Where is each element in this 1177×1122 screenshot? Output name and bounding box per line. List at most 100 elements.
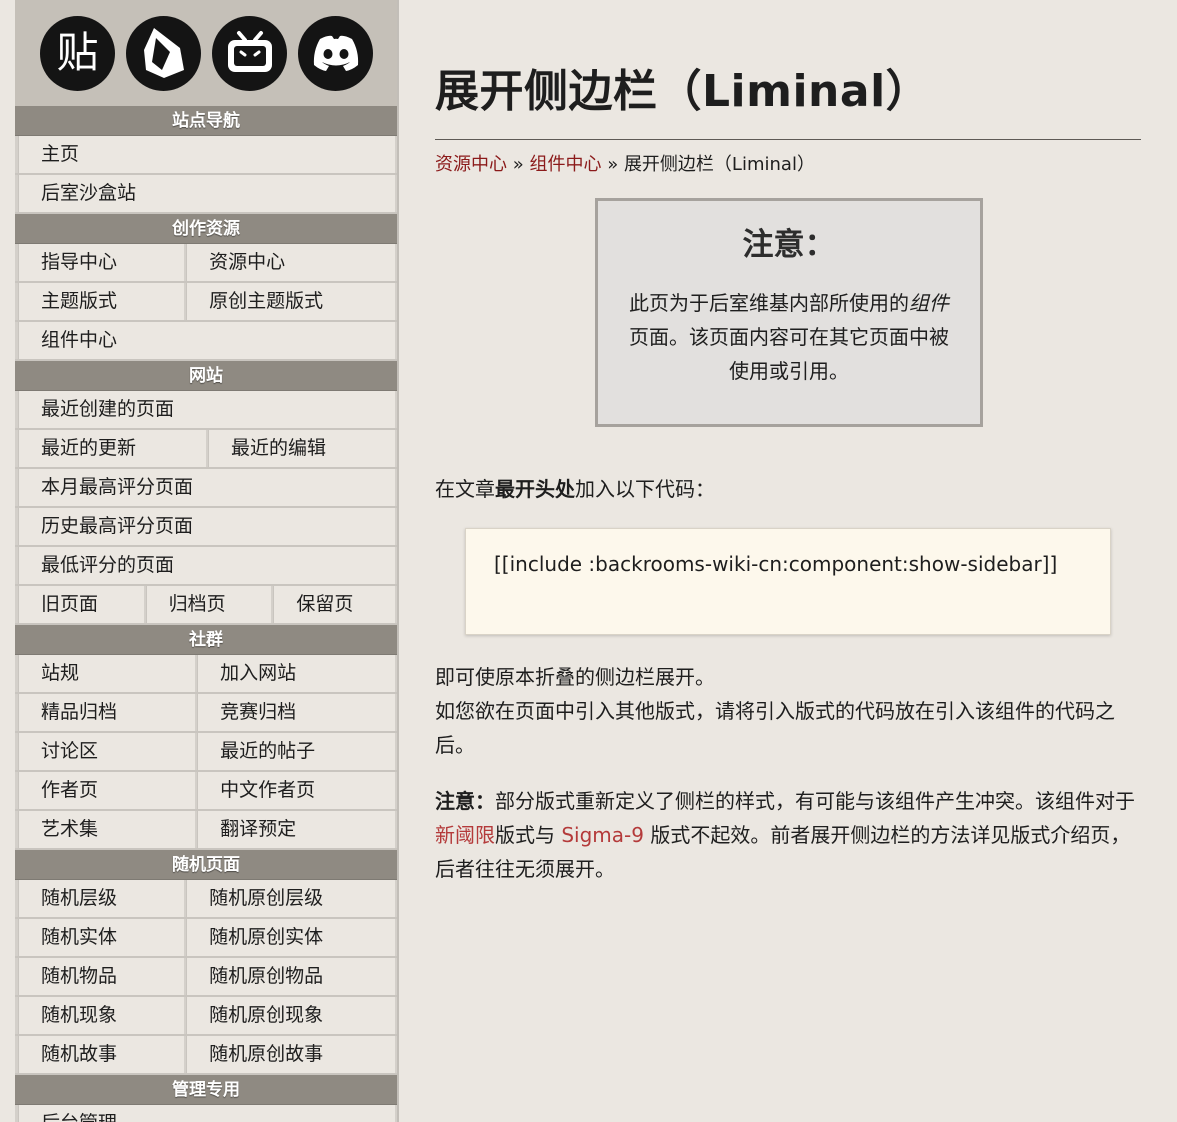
nav-link-themes[interactable]: 主题版式 xyxy=(18,283,185,320)
nav-section-creation: 创作资源 xyxy=(15,214,397,244)
sidebar: 贴 站点导航 主页 后室沙盒站 创作资源 指导中心 资源中心 主题版式 原创主题… xyxy=(15,0,399,1122)
flame-logo-icon[interactable] xyxy=(126,15,201,91)
nav-link-sandbox[interactable]: 后室沙盒站 xyxy=(18,175,395,212)
nav-section-community: 社群 xyxy=(15,625,397,655)
discord-icon[interactable] xyxy=(298,15,373,91)
nav-row: 后台管理 xyxy=(15,1105,397,1122)
nav-link-random-phenomenon[interactable]: 随机现象 xyxy=(18,997,185,1034)
nav-link-random-object[interactable]: 随机物品 xyxy=(18,958,185,995)
nav-row: 最近创建的页面 xyxy=(15,391,397,430)
nav-row: 最近的更新 最近的编辑 xyxy=(15,430,397,469)
nav-link-old-pages[interactable]: 旧页面 xyxy=(18,586,144,623)
nav-link-random-entity[interactable]: 随机实体 xyxy=(18,919,185,956)
tieba-glyph: 贴 xyxy=(56,28,99,77)
breadcrumb-separator: » xyxy=(601,154,624,175)
nav-link-art-gallery[interactable]: 艺术集 xyxy=(18,811,196,848)
bilibili-svg xyxy=(227,31,272,72)
nav-link-reserved[interactable]: 保留页 xyxy=(273,586,396,623)
breadcrumb-current: 展开侧边栏（Liminal） xyxy=(623,154,815,175)
nav-link-admin-panel[interactable]: 后台管理 xyxy=(18,1105,395,1122)
notice-text: 此页为于后室维基内部所使用的组件页面。该页面内容可在其它页面中被使用或引用。 xyxy=(620,286,958,388)
nav-link-recent-created[interactable]: 最近创建的页面 xyxy=(18,391,395,428)
component-notice-box: 注意： 此页为于后室维基内部所使用的组件页面。该页面内容可在其它页面中被使用或引… xyxy=(595,198,983,427)
nav-link-recent-posts[interactable]: 最近的帖子 xyxy=(197,733,395,770)
nav-link-contest-archive[interactable]: 竞赛归档 xyxy=(197,694,395,731)
nav-link-recent-changes[interactable]: 最近的更新 xyxy=(18,430,206,467)
nav-link-random-original-level[interactable]: 随机原创层级 xyxy=(186,880,395,917)
nav-row: 主题版式 原创主题版式 xyxy=(15,283,397,322)
result-text: 即可使原本折叠的侧边栏展开。如您欲在页面中引入其他版式，请将引入版式的代码放在引… xyxy=(435,660,1141,762)
nav-section-site-nav: 站点导航 xyxy=(15,106,397,136)
nav-link-resource-hub[interactable]: 资源中心 xyxy=(186,244,395,281)
nav-row: 指导中心 资源中心 xyxy=(15,244,397,283)
tieba-icon[interactable]: 贴 xyxy=(40,15,115,91)
nav-link-lowest-rated[interactable]: 最低评分的页面 xyxy=(18,547,395,584)
nav-row: 随机现象 随机原创现象 xyxy=(15,997,397,1036)
nav-row: 随机层级 随机原创层级 xyxy=(15,880,397,919)
nav-link-random-original-object[interactable]: 随机原创物品 xyxy=(186,958,395,995)
notice-title: 注意： xyxy=(742,227,836,263)
nav-link-random-original-entity[interactable]: 随机原创实体 xyxy=(186,919,395,956)
note-link-sigma9[interactable]: Sigma-9 xyxy=(561,823,644,847)
main-content: 展开侧边栏（Liminal） 资源中心 » 组件中心 » 展开侧边栏（Limin… xyxy=(435,0,1141,886)
nav-row: 最低评分的页面 xyxy=(15,547,397,586)
breadcrumb-separator: » xyxy=(507,154,530,175)
nav-link-recent-edits[interactable]: 最近的编辑 xyxy=(208,430,395,467)
nav-row: 站规 加入网站 xyxy=(15,655,397,694)
instruction-pre: 在文章 xyxy=(435,477,495,501)
nav-link-cn-author-pages[interactable]: 中文作者页 xyxy=(197,772,395,809)
nav-link-archive[interactable]: 归档页 xyxy=(145,586,272,623)
nav-row: 艺术集 翻译预定 xyxy=(15,811,397,850)
nav-link-join-site[interactable]: 加入网站 xyxy=(197,655,395,692)
nav-link-random-level[interactable]: 随机层级 xyxy=(18,880,185,917)
code-block: [[include :backrooms-wiki-cn:component:s… xyxy=(465,528,1111,635)
nav-row: 随机物品 随机原创物品 xyxy=(15,958,397,997)
flame-logo-svg xyxy=(143,28,184,78)
nav-link-translation-reserve[interactable]: 翻译预定 xyxy=(197,811,395,848)
instruction-post: 加入以下代码： xyxy=(575,477,715,501)
note-text-1: 部分版式重新定义了侧栏的样式，有可能与该组件产生冲突。该组件对于 xyxy=(495,789,1135,813)
nav-row: 组件中心 xyxy=(15,322,397,361)
breadcrumb: 资源中心 » 组件中心 » 展开侧边栏（Liminal） xyxy=(435,150,1141,176)
nav-row: 随机实体 随机原创实体 xyxy=(15,919,397,958)
nav-link-home[interactable]: 主页 xyxy=(18,136,395,173)
notice-text-emphasis: 组件 xyxy=(909,291,949,315)
result-line-1: 即可使原本折叠的侧边栏展开。 xyxy=(435,665,715,689)
nav-link-top-monthly[interactable]: 本月最高评分页面 xyxy=(18,469,395,506)
result-line-2: 如您欲在页面中引入其他版式，请将引入版式的代码放在引入该组件的代码之后。 xyxy=(435,699,1115,757)
bilibili-icon[interactable] xyxy=(212,15,287,91)
breadcrumb-link-resource-hub[interactable]: 资源中心 xyxy=(435,154,507,175)
nav-link-random-original-story[interactable]: 随机原创故事 xyxy=(186,1036,395,1073)
nav-link-forum[interactable]: 讨论区 xyxy=(18,733,196,770)
note-link-new-liminal[interactable]: 新阈限 xyxy=(435,823,495,847)
nav-link-component-hub[interactable]: 组件中心 xyxy=(18,322,395,359)
nav-link-random-original-phenomenon[interactable]: 随机原创现象 xyxy=(186,997,395,1034)
breadcrumb-link-component-hub[interactable]: 组件中心 xyxy=(529,154,601,175)
conflict-note: 注意：部分版式重新定义了侧栏的样式，有可能与该组件产生冲突。该组件对于新阈限版式… xyxy=(435,784,1141,886)
notice-text-post: 页面。该页面内容可在其它页面中被使用或引用。 xyxy=(629,325,949,383)
nav-link-random-story[interactable]: 随机故事 xyxy=(18,1036,185,1073)
nav-link-top-all-time[interactable]: 历史最高评分页面 xyxy=(18,508,395,545)
note-text-2: 版式与 xyxy=(495,823,562,847)
nav-row: 旧页面 归档页 保留页 xyxy=(15,586,397,625)
instruction-text: 在文章最开头处加入以下代码： xyxy=(435,472,1141,506)
notice-text-pre: 此页为于后室维基内部所使用的 xyxy=(629,291,909,315)
nav-row: 本月最高评分页面 xyxy=(15,469,397,508)
nav-row: 主页 xyxy=(15,136,397,175)
instruction-bold: 最开头处 xyxy=(495,477,575,501)
note-label: 注意： xyxy=(435,789,495,813)
nav-link-guide-hub[interactable]: 指导中心 xyxy=(18,244,185,281)
nav-row: 精品归档 竞赛归档 xyxy=(15,694,397,733)
nav-link-featured-archive[interactable]: 精品归档 xyxy=(18,694,196,731)
nav-row: 讨论区 最近的帖子 xyxy=(15,733,397,772)
nav-section-website: 网站 xyxy=(15,361,397,391)
nav-row: 历史最高评分页面 xyxy=(15,508,397,547)
sidebar-social-icons: 贴 xyxy=(15,0,397,106)
nav-row: 作者页 中文作者页 xyxy=(15,772,397,811)
discord-svg xyxy=(313,35,358,71)
nav-section-admin: 管理专用 xyxy=(15,1075,397,1105)
nav-section-random: 随机页面 xyxy=(15,850,397,880)
nav-link-author-pages[interactable]: 作者页 xyxy=(18,772,196,809)
nav-link-rules[interactable]: 站规 xyxy=(18,655,196,692)
nav-link-original-themes[interactable]: 原创主题版式 xyxy=(186,283,395,320)
